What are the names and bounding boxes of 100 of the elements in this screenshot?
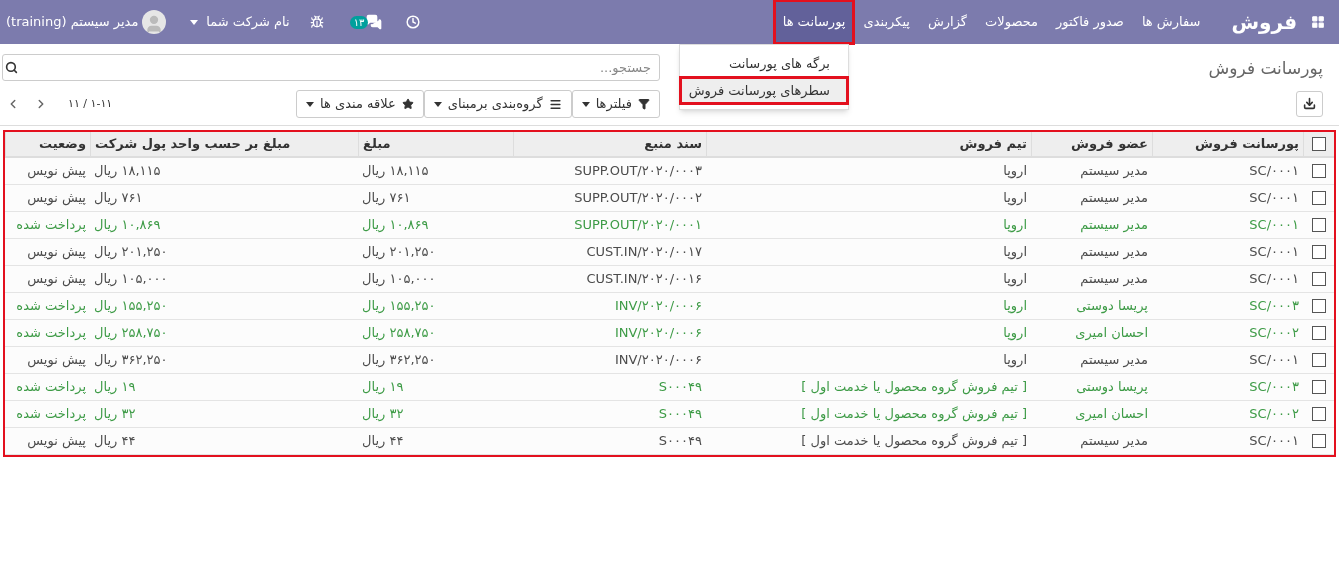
message-count: ۱۳ [349, 15, 369, 29]
table-cell-text: ۳۲ ریال [94, 405, 136, 424]
checkbox[interactable] [1311, 434, 1326, 448]
table-cell-text: SC/۰۰۰۳ [1249, 297, 1299, 316]
column-header[interactable]: مبلغ بر حسب واحد پول شرکت [90, 132, 358, 156]
table-cell-text: اروپا [1003, 351, 1027, 370]
column-header[interactable]: تیم فروش [706, 132, 1031, 156]
table-cell-text: پیش نویس [27, 351, 86, 370]
table-cell-text: CUST.IN/۲۰۲۰/۰۰۱۷ [586, 243, 702, 262]
pager-value: ۱-۱۱ / ۱۱ [68, 95, 113, 112]
table-cell-text: SUPP.OUT/۲۰۲۰/۰۰۰۲ [574, 189, 702, 208]
table-cell-text: اروپا [1003, 189, 1027, 208]
column-header[interactable]: وضعیت [5, 132, 90, 156]
table-cell-text: اروپا [1003, 297, 1027, 316]
table-cell-text: SUPP.OUT/۲۰۲۰/۰۰۰۱ [574, 216, 702, 235]
checkbox[interactable] [1311, 191, 1326, 205]
checkbox[interactable] [1311, 272, 1326, 286]
table-cell-text: SC/۰۰۰۱ [1249, 432, 1299, 451]
app-name: فروش [1231, 9, 1297, 36]
table-cell-text: ۴۴ ریال [362, 432, 404, 451]
caret-icon [190, 19, 199, 25]
table-cell-text: INV/۲۰۲۰/۰۰۰۶ [614, 324, 702, 343]
search-field[interactable]: جستجو... [2, 54, 660, 81]
caret-icon [433, 101, 442, 107]
page-title: پورسانت فروش [1208, 57, 1323, 81]
table-cell-text: [ تیم فروش گروه محصول یا خدمت اول ] [801, 432, 1027, 451]
download-button[interactable] [1296, 90, 1323, 117]
star-icon [401, 98, 414, 110]
table-cell-text: مدیر سیستم [1080, 189, 1148, 208]
menu-item[interactable]: صدور فاکتور [1047, 0, 1133, 44]
checkbox[interactable] [1311, 164, 1326, 178]
menu-item[interactable]: سفارش ها [1132, 0, 1210, 44]
table-cell-text: پرداخت شده [16, 297, 86, 316]
table-cell-text: [ تیم فروش گروه محصول یا خدمت اول ] [801, 405, 1027, 424]
table-cell-text: اروپا [1003, 216, 1027, 235]
table-cell-text: پیش نویس [27, 270, 86, 289]
dropdown-item[interactable]: برگه های پورسانت [680, 50, 848, 77]
menu-item[interactable]: گزارش [918, 0, 977, 44]
table-cell-text: مدیر سیستم [1080, 216, 1148, 235]
table-cell-text: ۲۵۸,۷۵۰ ریال [94, 324, 168, 343]
dropdown-item[interactable]: سطرهای پورسانت فروش [680, 77, 848, 104]
table-cell-text: پرداخت شده [16, 405, 86, 424]
table-cell-text: ۲۰۱,۲۵۰ ریال [362, 243, 436, 262]
menu-item[interactable]: پورسانت ها [773, 0, 855, 44]
table-cell-text: ۷۶۱ ریال [94, 189, 143, 208]
table-cell-text: ۱۰۵,۰۰۰ ریال [94, 270, 168, 289]
user-name[interactable]: مدیر سیستم (training) [6, 12, 139, 32]
user-avatar[interactable] [142, 10, 167, 34]
table-cell-text: SUPP.OUT/۲۰۲۰/۰۰۰۳ [574, 162, 702, 181]
table-cell-text: S۰۰۰۴۹ [658, 378, 702, 397]
checkbox[interactable] [1311, 353, 1326, 367]
table-cell-text: پیش نویس [27, 189, 86, 208]
table-cell-text: ۱۵۵,۲۵۰ ریال [362, 297, 436, 316]
table-cell-text: SC/۰۰۰۱ [1249, 162, 1299, 181]
caret-icon [581, 101, 590, 107]
search-icon[interactable] [5, 61, 18, 74]
table-cell-text: ۱۹ ریال [362, 378, 404, 397]
table-cell-text: اروپا [1003, 324, 1027, 343]
menu-item[interactable]: محصولات [976, 0, 1048, 44]
column-header[interactable]: عضو فروش [1031, 132, 1152, 156]
table-cell-text: پرداخت شده [16, 324, 86, 343]
table-cell-text: پرداخت شده [16, 378, 86, 397]
checkbox[interactable] [1311, 218, 1326, 232]
menu-item[interactable]: پیکربندی [854, 0, 919, 44]
column-header[interactable]: پورسانت فروش [1152, 132, 1303, 156]
checkbox[interactable] [1311, 299, 1326, 313]
table-cell-text: مدیر سیستم [1080, 351, 1148, 370]
table-cell-text: مدیر سیستم [1080, 162, 1148, 181]
table-cell-text: پیش نویس [27, 243, 86, 262]
table-cell-text: احسان امیری [1075, 324, 1148, 343]
table-cell-text: ۱۰,۸۶۹ ریال [362, 216, 429, 235]
table-cell-text: SC/۰۰۰۳ [1249, 378, 1299, 397]
column-header[interactable]: سند منبع [513, 132, 706, 156]
toolbar-dropdown-button[interactable]: علاقه مندی ها [296, 90, 424, 118]
column-header[interactable]: مبلغ [358, 132, 513, 156]
table-cell-text: ۲۵۸,۷۵۰ ریال [362, 324, 436, 343]
clock-icon[interactable] [406, 15, 421, 29]
table-cell-text: CUST.IN/۲۰۲۰/۰۰۱۶ [586, 270, 702, 289]
table-cell-text: INV/۲۰۲۰/۰۰۰۶ [614, 351, 702, 370]
checkbox[interactable] [1311, 245, 1326, 259]
table-cell-text: [ تیم فروش گروه محصول یا خدمت اول ] [801, 378, 1027, 397]
chat-icon[interactable] [366, 14, 383, 30]
toolbar-dropdown-button[interactable]: فیلترها [571, 90, 660, 118]
filter-icon [638, 98, 650, 110]
table-cell-text: SC/۰۰۰۱ [1249, 351, 1299, 370]
toolbar-dropdown-button[interactable]: گروه‌بندی برمبنای [423, 90, 572, 118]
company-switcher[interactable]: نام شرکت شما [190, 12, 290, 32]
table-cell-text: S۰۰۰۴۹ [658, 405, 702, 424]
table-cell-text: پیش نویس [27, 432, 86, 451]
apps-menu-icon[interactable] [1311, 15, 1325, 29]
table-cell-text: مدیر سیستم [1080, 270, 1148, 289]
checkbox[interactable] [1311, 407, 1326, 421]
table-cell-text: پیش نویس [27, 162, 86, 181]
table-cell-text: INV/۲۰۲۰/۰۰۰۶ [614, 297, 702, 316]
checkbox[interactable] [1312, 137, 1326, 151]
checkbox[interactable] [1311, 380, 1326, 394]
table-cell-text: SC/۰۰۰۱ [1249, 216, 1299, 235]
table-cell-text: پرداخت شده [16, 216, 86, 235]
checkbox[interactable] [1311, 326, 1326, 340]
bug-icon[interactable] [309, 15, 324, 29]
